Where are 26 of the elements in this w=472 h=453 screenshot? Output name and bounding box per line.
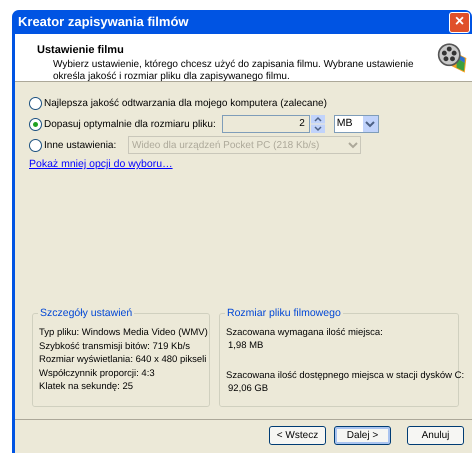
header-title: Ustawienie filmu <box>37 43 125 58</box>
wizard-button[interactable]: < Wstecz <box>269 426 326 445</box>
available-space-label: Szacowana ilość dostępnego miejsca w stacji dysków C: <box>226 369 464 382</box>
unit-dropdown[interactable]: MB <box>334 115 379 133</box>
radio-button[interactable] <box>29 138 42 152</box>
detail-line: Klatek na sekundę: 25 <box>39 380 134 394</box>
window-title: Kreator zapisywania filmów <box>18 13 188 32</box>
close-button[interactable]: × <box>449 12 470 32</box>
required-space-value: 1,98 MB <box>227 339 264 352</box>
radio-button[interactable] <box>29 118 42 130</box>
detail-line: Współczynnik proporcji: 4:3 <box>39 366 155 380</box>
show-fewer-options-link[interactable]: Pokaż mniej opcji do wyboru… <box>29 157 173 173</box>
file-size-field[interactable]: 2 <box>222 115 310 133</box>
detail-line: Typ pliku: Windows Media Video (WMV) <box>39 326 208 340</box>
detail-line: Szybkość transmisji bitów: 719 Kb/s <box>39 340 190 353</box>
available-space-value: 92,06 GB <box>227 382 268 395</box>
wizard-button[interactable]: Anuluj <box>407 426 464 445</box>
wizard-button[interactable]: Dalej > <box>334 426 391 445</box>
option-label: Najlepsza jakość odtwarzania dla mojego komputera (zalecane) <box>44 96 327 110</box>
header-description: Wybierz ustawienie, którego chcesz użyć do zapisania filmu. Wybrane ustawienie określa jakość i rozmiar pliku dla zapisywanego filmu. <box>52 58 415 82</box>
option-label: Dopasuj optymalnie dla rozmiaru pliku: <box>44 118 216 132</box>
option-label: Inne ustawienia: <box>44 138 118 152</box>
required-space-label: Szacowana wymagana ilość miejsca: <box>226 326 383 339</box>
spinner-control[interactable] <box>310 115 325 133</box>
detail-line: Rozmiar wyświetlania: 640 x 480 pikseli <box>39 353 206 366</box>
radio-button[interactable] <box>29 96 42 110</box>
